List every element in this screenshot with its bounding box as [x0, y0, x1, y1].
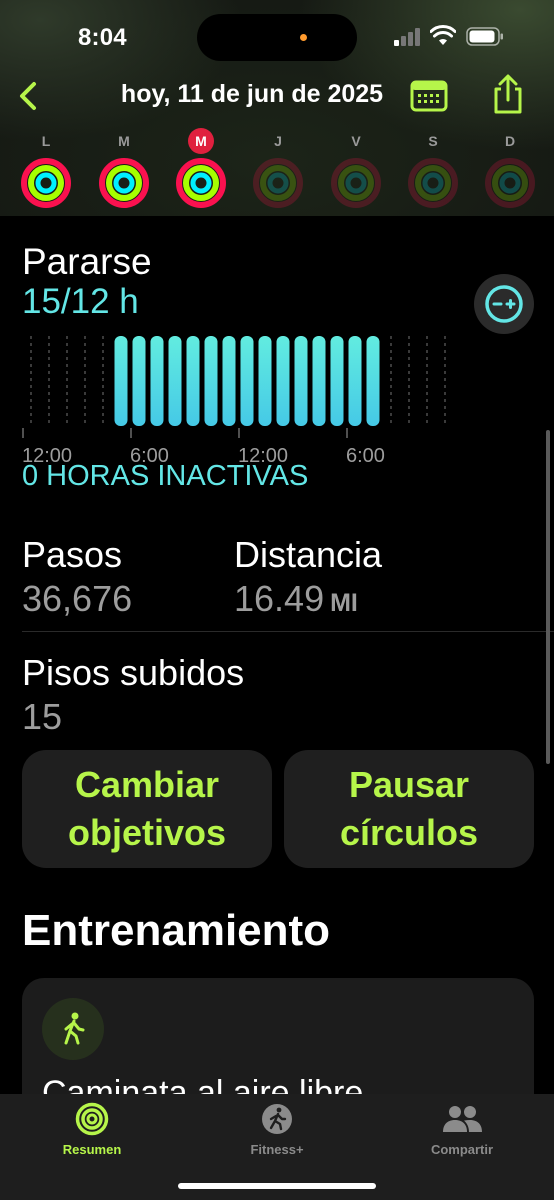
activity-rings-icon [485, 158, 535, 208]
nav-bar: hoy, 11 de jun de 2025 [0, 72, 554, 122]
stand-bar [348, 336, 362, 426]
day-4[interactable]: V [328, 128, 384, 210]
tab-fitness-plus-label: Fitness+ [250, 1142, 304, 1157]
tab-share[interactable]: Compartir [392, 1102, 532, 1157]
home-indicator [178, 1183, 376, 1189]
day-5[interactable]: S [405, 128, 461, 210]
stand-bar [204, 336, 218, 426]
activity-rings-icon [75, 1102, 109, 1136]
wifi-icon [430, 25, 456, 45]
distance-value: 16.49 [234, 578, 325, 619]
day-1[interactable]: M [96, 128, 152, 210]
scrollbar[interactable] [546, 430, 550, 764]
stand-bar [186, 336, 200, 426]
workouts-section-title: Entrenamiento [22, 906, 331, 955]
stand-title: Pararse [22, 241, 152, 282]
day-2[interactable]: M [173, 128, 229, 210]
status-time: 8:04 [78, 24, 127, 51]
steps-label: Pasos [22, 534, 123, 575]
cellular-signal-icon [394, 28, 422, 46]
activity-rings-icon [21, 158, 71, 208]
stand-bar [258, 336, 272, 426]
tab-fitness-plus[interactable]: Fitness+ [207, 1102, 347, 1157]
activity-rings-icon [176, 158, 226, 208]
day-letter: M [118, 133, 130, 149]
chart-tick-label: 6:00 [346, 445, 385, 467]
inactive-hours-label: 0 HORAS INACTIVAS [22, 460, 309, 492]
walking-figure-icon [42, 998, 104, 1060]
floors-label: Pisos subidos [22, 652, 245, 693]
stand-bar [276, 336, 290, 426]
stand-hours-chart: 12:00 6:00 12:00 6:00 [22, 336, 446, 467]
stand-bar [150, 336, 164, 426]
stand-bar [222, 336, 236, 426]
change-goals-label: Cambiar objetivos [67, 764, 227, 853]
dynamic-island [197, 14, 357, 61]
people-icon [443, 1106, 482, 1132]
fitness-plus-icon [262, 1104, 292, 1134]
day-letter: M [188, 128, 214, 154]
day-letter: S [428, 133, 438, 149]
stand-bar [168, 336, 182, 426]
summary-content: Pararse 15/12 h 12:00 6:00 12:00 6:00 0 HOR… [0, 216, 554, 1178]
tab-summary-label: Resumen [62, 1142, 122, 1157]
share-button[interactable] [490, 74, 526, 116]
pause-rings-button[interactable]: Pausar círculos [284, 750, 534, 868]
page-title: hoy, 11 de jun de 2025 [120, 80, 384, 108]
activity-rings-icon [408, 158, 458, 208]
day-letter: V [351, 133, 361, 149]
day-3[interactable]: J [250, 128, 306, 210]
stand-chart-toggle-button[interactable] [474, 274, 534, 334]
tab-share-label: Compartir [430, 1142, 494, 1157]
stand-bar [330, 336, 344, 426]
day-0[interactable]: L [18, 128, 74, 210]
week-selector: LMMJVSD [0, 128, 554, 218]
distance-value-group: 16.49 MI [234, 578, 358, 620]
privacy-indicator-dot [300, 34, 307, 41]
stand-bar [240, 336, 254, 426]
stand-bar [132, 336, 146, 426]
back-button[interactable] [12, 78, 44, 114]
calendar-button[interactable] [410, 78, 448, 114]
day-6[interactable]: D [482, 128, 538, 210]
tab-summary[interactable]: Resumen [22, 1102, 162, 1157]
activity-rings-icon [331, 158, 381, 208]
divider [22, 631, 554, 632]
steps-value: 36,676 [22, 578, 133, 619]
floors-value: 15 [22, 696, 63, 737]
activity-rings-icon [99, 158, 149, 208]
day-letter: D [504, 133, 516, 149]
stand-bar [312, 336, 326, 426]
stand-bar [114, 336, 128, 426]
day-letter: L [41, 133, 51, 149]
status-bar: 8:04 [0, 0, 554, 72]
stand-value: 15/12 h [22, 282, 139, 321]
stand-bar [366, 336, 380, 426]
pause-rings-label: Pausar círculos [339, 764, 479, 853]
distance-unit: MI [330, 589, 358, 617]
day-letter: J [274, 133, 282, 149]
battery-icon [466, 27, 503, 46]
distance-label: Distancia [234, 534, 383, 575]
chart-toggle-icon [485, 285, 523, 323]
activity-rings-icon [253, 158, 303, 208]
stand-bar [294, 336, 308, 426]
change-goals-button[interactable]: Cambiar objetivos [22, 750, 272, 868]
